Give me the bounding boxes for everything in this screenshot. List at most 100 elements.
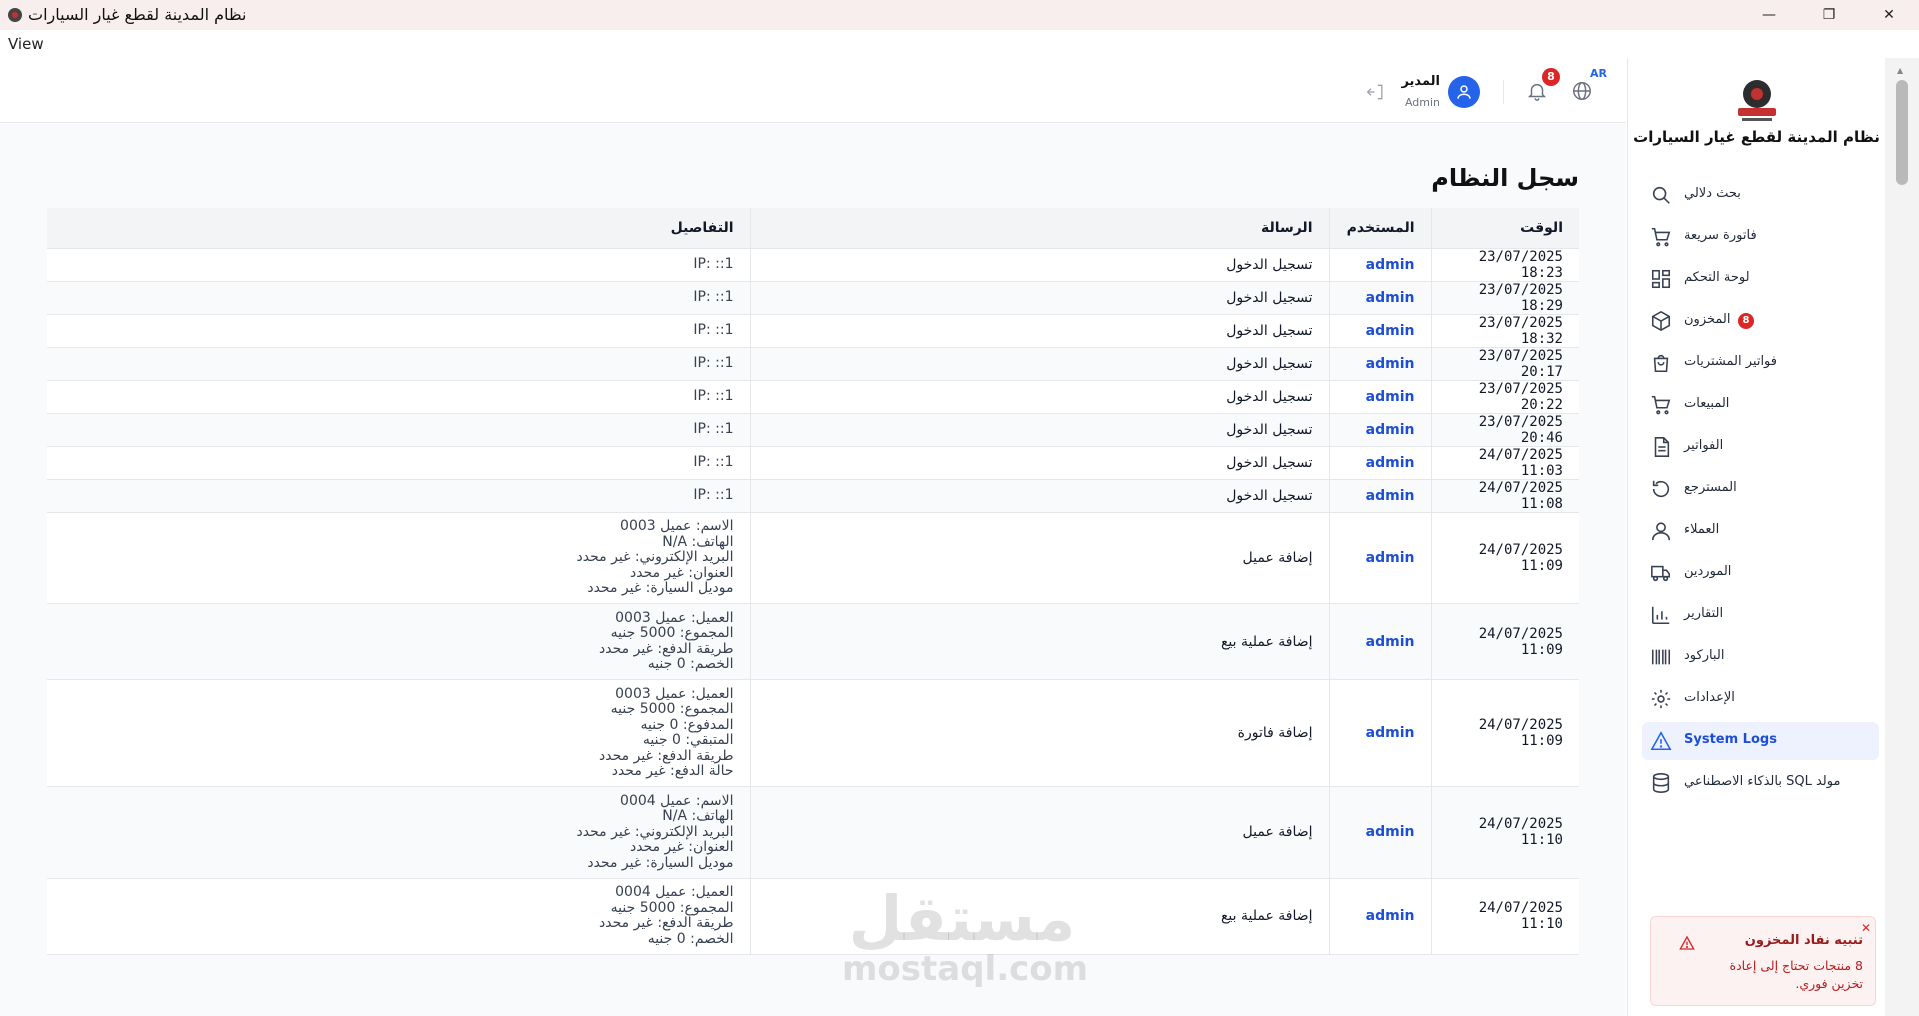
close-window-button[interactable]: ✕: [1860, 0, 1918, 30]
column-header-details[interactable]: التفاصيل: [47, 208, 751, 249]
brand-title: نظام المدينة لقطع غيار السيارات: [1633, 128, 1880, 146]
box-icon: [1651, 310, 1671, 332]
sidebar-item-2[interactable]: لوحة التحكم: [1642, 260, 1879, 298]
log-time: 24/07/2025 11:09: [1431, 603, 1579, 680]
vertical-scrollbar[interactable]: ▲: [1885, 58, 1919, 1016]
log-details: IP: ::1: [47, 248, 751, 282]
column-header-message[interactable]: الرسالة: [750, 208, 1330, 249]
warning-icon: [1650, 731, 1672, 751]
sidebar-item-label: System Logs: [1684, 732, 1777, 747]
log-details: IP: ::1: [47, 314, 751, 348]
log-details: IP: ::1: [47, 413, 751, 447]
sidebar-item-label: المخزون: [1684, 312, 1731, 327]
cart-icon: [1651, 227, 1671, 247]
header-divider: [1503, 80, 1504, 104]
toast-message: 8 منتجات تحتاج إلى إعادة تخزين فوري.: [1729, 958, 1863, 991]
user-name: المدير: [1401, 74, 1440, 89]
dashboard-icon: [1651, 269, 1671, 289]
sidebar-item-label: الباركود: [1684, 648, 1725, 663]
notification-badge: 8: [1542, 68, 1560, 86]
log-user: admin: [1329, 347, 1432, 381]
sidebar-item-11[interactable]: الباركود: [1642, 638, 1879, 676]
column-header-time[interactable]: الوقت: [1431, 208, 1579, 249]
log-message: تسجيل الدخول: [750, 413, 1330, 447]
sidebar-item-7[interactable]: المسترجع: [1642, 470, 1879, 508]
sidebar-item-4[interactable]: فواتير المشتريات: [1642, 344, 1879, 382]
user-icon: [1651, 522, 1671, 541]
log-user: admin: [1329, 446, 1432, 480]
table-row: 23/07/2025 20:17 admin تسجيل الدخول IP: ::1: [47, 347, 1579, 381]
log-user: admin: [1329, 380, 1432, 414]
log-time: 23/07/2025 20:17: [1431, 347, 1579, 381]
logout-icon[interactable]: [1366, 82, 1386, 102]
globe-icon[interactable]: [1571, 80, 1593, 102]
column-header-user[interactable]: المستخدم: [1329, 208, 1432, 249]
table-row: 24/07/2025 11:09 admin إضافة عملية بيع العم…: [47, 603, 1579, 680]
maximize-button[interactable]: ❐: [1800, 0, 1858, 30]
sidebar-item-1[interactable]: فاتورة سريعة: [1642, 218, 1879, 256]
log-message: تسجيل الدخول: [750, 479, 1330, 513]
table-row: 23/07/2025 20:46 admin تسجيل الدخول IP: ::1: [47, 413, 1579, 447]
window-title: نظام المدينة لقطع غيار السيارات: [28, 5, 247, 24]
database-icon: [1652, 773, 1670, 793]
log-message: إضافة عميل: [750, 512, 1330, 604]
table-header-row: الوقت المستخدم الرسالة التفاصيل: [47, 208, 1579, 249]
user-role: Admin: [1404, 96, 1440, 109]
menu-view[interactable]: View: [8, 35, 44, 53]
close-icon: ✕: [1883, 7, 1895, 23]
shopping-bag-icon: [1653, 354, 1669, 373]
log-user: admin: [1329, 314, 1432, 348]
sidebar-item-13[interactable]: System Logs: [1642, 722, 1879, 760]
log-time: 23/07/2025 18:23: [1431, 248, 1579, 282]
log-time: 24/07/2025 11:09: [1431, 512, 1579, 604]
sidebar-item-label: لوحة التحكم: [1684, 270, 1750, 285]
sidebar-item-6[interactable]: الفواتير: [1642, 428, 1879, 466]
log-user: admin: [1329, 413, 1432, 447]
app-logo-icon: [8, 8, 22, 22]
log-message: تسجيل الدخول: [750, 380, 1330, 414]
scroll-up-icon[interactable]: ▲: [1897, 66, 1903, 75]
log-time: 24/07/2025 11:10: [1431, 878, 1579, 955]
log-details: العميل: عميل 0003 المجموع: 5000 جنيه طري…: [47, 603, 751, 680]
restore-icon: ❐: [1822, 7, 1836, 23]
log-message: تسجيل الدخول: [750, 446, 1330, 480]
table-row: 24/07/2025 11:09 admin إضافة فاتورة العميل:…: [47, 679, 1579, 787]
scrollbar-thumb[interactable]: [1896, 80, 1908, 185]
system-log-table: الوقت المستخدم الرسالة التفاصيل 23/07/20…: [47, 208, 1579, 955]
sidebar-item-0[interactable]: بحث دلالي: [1642, 176, 1879, 214]
sidebar-item-5[interactable]: المبيعات: [1642, 386, 1879, 424]
language-code[interactable]: AR: [1590, 67, 1607, 80]
log-message: إضافة عملية بيع: [750, 603, 1330, 680]
log-details: IP: ::1: [47, 347, 751, 381]
log-details: IP: ::1: [47, 281, 751, 315]
log-details: IP: ::1: [47, 380, 751, 414]
search-icon: [1652, 186, 1670, 204]
sidebar-item-8[interactable]: العملاء: [1642, 512, 1879, 550]
table-row: 23/07/2025 18:32 admin تسجيل الدخول IP: ::1: [47, 314, 1579, 348]
sidebar-item-label: الموردين: [1684, 564, 1732, 579]
sidebar: نظام المدينة لقطع غيار السيارات بحث دلال…: [1627, 58, 1885, 1016]
log-message: إضافة عملية بيع: [750, 878, 1330, 955]
avatar[interactable]: [1448, 76, 1480, 108]
minimize-icon: —: [1762, 7, 1776, 23]
log-time: 24/07/2025 11:09: [1431, 679, 1579, 787]
minimize-button[interactable]: —: [1740, 0, 1798, 30]
sidebar-item-label: مولد SQL بالذكاء الاصطناعي: [1684, 774, 1841, 789]
warning-icon: [1679, 935, 1695, 950]
table-row: 24/07/2025 11:03 admin تسجيل الدخول IP: ::1: [47, 446, 1579, 480]
log-time: 23/07/2025 18:32: [1431, 314, 1579, 348]
sidebar-item-3[interactable]: المخزون 8: [1642, 302, 1879, 340]
toast-title: تنبيه نفاد المخزون: [1744, 933, 1863, 948]
sidebar-item-14[interactable]: مولد SQL بالذكاء الاصطناعي: [1642, 764, 1879, 802]
sidebar-item-label: المسترجع: [1684, 480, 1737, 495]
sidebar-item-10[interactable]: التقارير: [1642, 596, 1879, 634]
top-header: AR 8 المدير Admin: [0, 58, 1626, 123]
sidebar-item-label: فواتير المشتريات: [1684, 354, 1777, 369]
window-titlebar: نظام المدينة لقطع غيار السيارات — ❐ ✕: [0, 0, 1919, 30]
sidebar-item-label: بحث دلالي: [1684, 186, 1741, 201]
log-time: 24/07/2025 11:03: [1431, 446, 1579, 480]
sidebar-item-9[interactable]: الموردين: [1642, 554, 1879, 592]
log-message: تسجيل الدخول: [750, 347, 1330, 381]
sidebar-item-12[interactable]: الإعدادات: [1642, 680, 1879, 718]
log-user: admin: [1329, 248, 1432, 282]
